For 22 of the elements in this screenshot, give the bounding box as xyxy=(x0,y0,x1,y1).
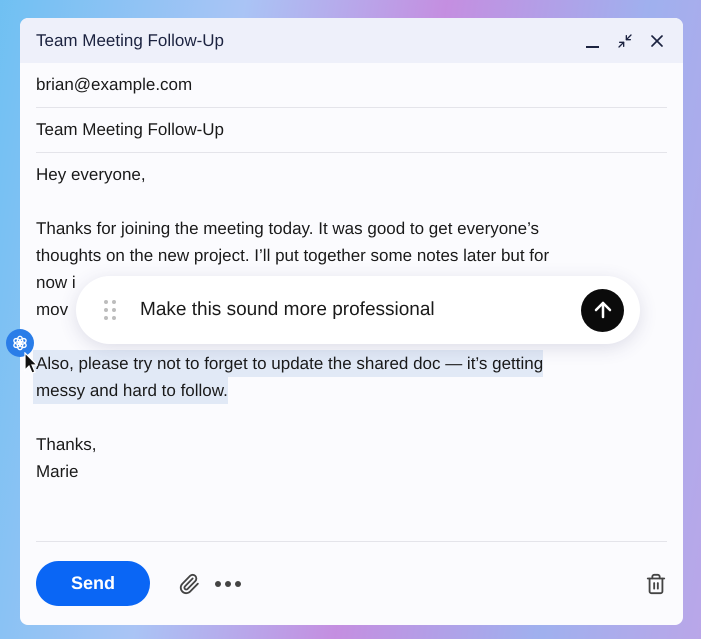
body-text-line: thoughts on the new project. I’ll put together some notes later but for xyxy=(36,245,550,267)
minimize-icon xyxy=(586,46,599,48)
send-button[interactable]: Send xyxy=(36,561,150,606)
subject-field[interactable]: Team Meeting Follow-Up xyxy=(36,108,667,153)
prompt-input[interactable]: Make this sound more professional xyxy=(138,298,559,322)
body-text-line: mov xyxy=(36,299,68,321)
body-text-line: Thanks, xyxy=(36,434,96,456)
assistant-badge-icon[interactable] xyxy=(6,329,34,357)
submit-button[interactable] xyxy=(581,288,624,332)
more-icon[interactable] xyxy=(214,580,242,588)
body-text-line: Marie xyxy=(36,461,79,483)
body-text-line: Thanks for joining the meeting today. It was good to get everyone’s xyxy=(36,218,540,240)
window-title: Team Meeting Follow-Up xyxy=(36,30,226,50)
mouse-pointer-icon xyxy=(24,352,38,374)
collapse-button[interactable] xyxy=(617,32,633,48)
prompt-field[interactable]: Make this sound more professional xyxy=(76,276,640,344)
trash-icon[interactable] xyxy=(645,572,667,594)
recipient-field[interactable]: brian@example.com xyxy=(36,63,667,108)
drag-handle-icon[interactable] xyxy=(104,300,116,320)
body-text-line: Hey everyone, xyxy=(36,164,146,186)
body-text-line: now i xyxy=(36,272,76,294)
attach-icon[interactable] xyxy=(178,572,200,594)
